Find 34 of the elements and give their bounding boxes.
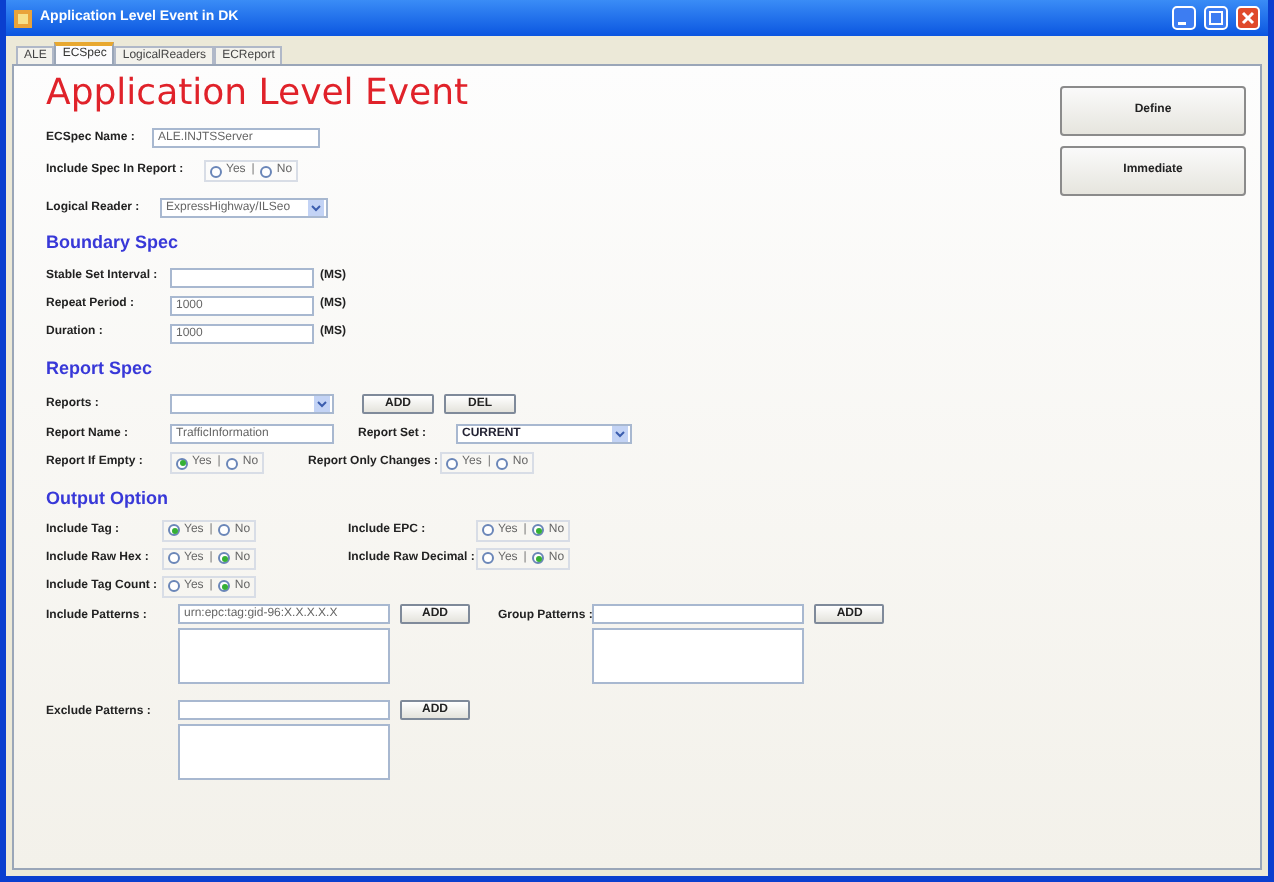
section-title: Report Spec [46, 355, 155, 382]
radio-icon[interactable] [482, 524, 494, 536]
page-heading: Application Level Event [46, 74, 471, 114]
radio-icon[interactable] [168, 552, 180, 564]
radio-icon[interactable] [168, 580, 180, 592]
radio-icon[interactable] [218, 552, 231, 564]
list-box[interactable] [592, 627, 805, 683]
radio-icon[interactable] [168, 524, 180, 536]
close-icon[interactable] [1236, 6, 1260, 30]
list-box[interactable] [178, 723, 390, 779]
app-icon [14, 9, 32, 27]
dropdown-icon[interactable] [308, 200, 324, 216]
input-field[interactable] [178, 699, 390, 719]
radio-icon[interactable] [446, 457, 459, 469]
list-box[interactable] [178, 627, 390, 683]
section-title: Boundary Spec [46, 230, 181, 256]
dropdown-icon[interactable] [612, 426, 628, 442]
radio-icon[interactable] [260, 165, 273, 177]
dropdown[interactable] [170, 394, 334, 414]
radio-icon[interactable] [218, 580, 231, 592]
radio-icon[interactable] [226, 457, 239, 469]
dropdown-icon[interactable] [314, 396, 330, 412]
radio-icon[interactable] [496, 457, 509, 469]
maximize-icon[interactable] [1204, 6, 1228, 30]
input-field[interactable] [592, 603, 805, 623]
minimize-icon[interactable] [1172, 6, 1196, 30]
section-title: Output Option [46, 486, 170, 512]
radio-icon[interactable] [532, 552, 545, 564]
radio-icon[interactable] [482, 552, 494, 564]
input-field[interactable] [170, 267, 314, 287]
radio-icon[interactable] [210, 165, 222, 177]
radio-icon[interactable] [218, 524, 231, 536]
radio-icon[interactable] [532, 524, 545, 536]
radio-icon[interactable] [176, 457, 188, 469]
